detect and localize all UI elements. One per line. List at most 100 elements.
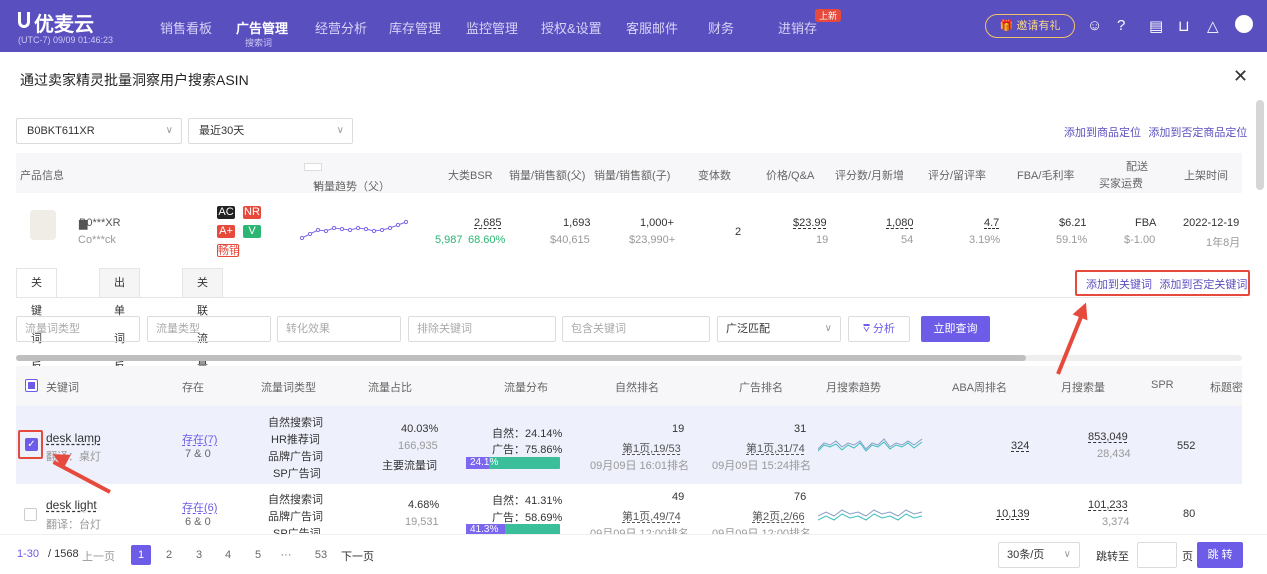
help-icon[interactable]: ? xyxy=(1117,17,1125,34)
page-size-select[interactable]: 30条/页 ∨ xyxy=(998,542,1080,568)
nav-customer-email[interactable]: 客服邮件 xyxy=(626,18,678,37)
nav-sub-search-term: 搜索词 xyxy=(245,38,273,48)
keyword-translation: 翻译：台灯 xyxy=(46,519,101,531)
page-4[interactable]: 4 xyxy=(218,545,238,565)
th-ad-rank[interactable]: 广告排名 xyxy=(739,379,783,395)
modal-scrollbar[interactable] xyxy=(1256,100,1264,190)
avatar[interactable] xyxy=(1235,15,1253,33)
natural-share: 自然：24.14% xyxy=(492,428,563,440)
natural-rank-page[interactable]: 第1页,49/74 xyxy=(622,508,681,524)
exist-link[interactable]: 存在(7) xyxy=(182,431,217,447)
exclude-keyword-input[interactable]: 排除关键词 xyxy=(408,316,556,342)
sales-trend-select[interactable]: 销量趋势（父） ∨ xyxy=(304,163,390,193)
col-delivery: 配送 xyxy=(1126,161,1148,173)
keyword-type-4: SP广告词 xyxy=(273,468,321,480)
app-logo[interactable]: 优麦云 xyxy=(34,8,94,37)
prev-page-button[interactable]: 上一页 xyxy=(82,548,115,564)
page-53[interactable]: 53 xyxy=(311,545,331,565)
goto-page-input[interactable] xyxy=(1137,542,1177,568)
monthly-volume[interactable]: 853,049 xyxy=(1088,431,1128,443)
match-type-select[interactable]: 广泛匹配 ∨ xyxy=(717,316,841,342)
bell-icon[interactable]: △ xyxy=(1207,17,1219,35)
nav-ad-management[interactable]: 广告管理 xyxy=(236,18,288,37)
tab-related-traffic[interactable]: 关联流量 xyxy=(182,268,223,373)
monthly-volume[interactable]: 101,233 xyxy=(1088,499,1128,511)
filter-icon: ⩢ xyxy=(863,323,873,335)
close-icon[interactable]: ✕ xyxy=(1233,66,1248,87)
table-scrollbar[interactable] xyxy=(16,355,1242,361)
th-traffic-share[interactable]: 流量占比 xyxy=(368,379,412,395)
keyword-text[interactable]: desk lamp xyxy=(46,431,101,445)
pagination-bar: 1-30 / 1568 上一页 1 2 3 4 5 ··· 53 下一页 30条… xyxy=(0,534,1267,574)
select-all-checkbox[interactable] xyxy=(25,379,38,392)
jump-button[interactable]: 跳 转 xyxy=(1197,542,1243,568)
nav-sales-board[interactable]: 销售看板 xyxy=(160,18,212,37)
natural-rank: 49 xyxy=(672,491,685,503)
asin-select[interactable]: B0BKT611XR ∨ xyxy=(16,118,182,144)
ad-rank-page[interactable]: 第1页,31/74 xyxy=(746,440,805,456)
page-3[interactable]: 3 xyxy=(189,545,209,565)
pager-total: / 1568 xyxy=(48,548,79,560)
exist-link[interactable]: 存在(6) xyxy=(182,499,217,515)
th-title-density: 标题密 xyxy=(1210,382,1243,394)
nav-purchase-sales[interactable]: 进销存 xyxy=(778,18,817,37)
col-ratings: 评分数/月新增 xyxy=(835,170,905,182)
conversion-filter[interactable]: 转化效果 xyxy=(277,316,401,342)
nav-auth-settings[interactable]: 授权&设置 xyxy=(541,18,602,37)
row-checkbox[interactable] xyxy=(24,508,37,521)
col-bsr: 大类BSR xyxy=(448,170,493,182)
score[interactable]: 4.7 xyxy=(984,217,999,229)
nav-monitoring[interactable]: 监控管理 xyxy=(466,18,518,37)
col-buyer-fee: 买家运费 xyxy=(1099,178,1143,190)
monthly-trend-chart[interactable] xyxy=(818,502,924,528)
th-monthly-volume[interactable]: 月搜索量 xyxy=(1061,379,1105,395)
query-button[interactable]: 立即查询 xyxy=(921,316,990,342)
add-product-target-link[interactable]: 添加到商品定位 xyxy=(1064,127,1141,139)
add-neg-product-target-link[interactable]: 添加到否定商品定位 xyxy=(1148,127,1247,139)
nav-finance[interactable]: 财务 xyxy=(708,18,734,37)
aba-rank[interactable]: 10,139 xyxy=(996,508,1030,520)
natural-rank-page[interactable]: 第1页,19/53 xyxy=(622,440,681,456)
page-ellipsis[interactable]: ··· xyxy=(276,545,296,565)
highlight-box xyxy=(18,430,43,459)
ad-rank-page[interactable]: 第2页,2/66 xyxy=(752,508,805,524)
th-aba-rank[interactable]: ABA周排名 xyxy=(952,379,1007,395)
date-range-select[interactable]: 最近30天 ∨ xyxy=(188,118,353,144)
table-scroll-thumb[interactable] xyxy=(16,355,1026,361)
ratings-count[interactable]: 1,080 xyxy=(886,217,914,229)
indeterminate-mark xyxy=(28,382,35,389)
price[interactable]: $23.99 xyxy=(793,217,827,229)
include-keyword-input[interactable]: 包含关键词 xyxy=(562,316,710,342)
invite-button[interactable]: 🎁 邀请有礼 xyxy=(985,14,1075,38)
aplus-badge: A+ xyxy=(217,225,235,238)
traffic-share-count: 19,531 xyxy=(405,516,439,528)
nav-business-analysis[interactable]: 经营分析 xyxy=(315,18,367,37)
keyword-text[interactable]: desk light xyxy=(46,498,97,512)
product-brand: Co***ck xyxy=(78,234,116,246)
th-spr[interactable]: SPR xyxy=(1151,379,1174,391)
service-icon[interactable]: ☺ xyxy=(1087,17,1102,34)
cart-icon[interactable]: ⊔ xyxy=(1178,17,1190,35)
page-5[interactable]: 5 xyxy=(248,545,268,565)
th-exist: 存在 xyxy=(182,382,204,394)
analyze-button[interactable]: ⩢ 分析 xyxy=(848,316,910,342)
exist-sub: 6 & 0 xyxy=(185,516,211,528)
product-table-header: 产品信息 销量趋势（父） ∨ 大类BSR 销量/销售额(父) 销量/销售额(子)… xyxy=(16,153,1242,193)
aba-rank[interactable]: 324 xyxy=(1011,440,1029,452)
keyword-type-filter[interactable]: 流量词类型 xyxy=(16,316,140,342)
bsr-value[interactable]: 2,685 xyxy=(474,217,502,229)
tab-keyword-lookup[interactable]: 关键词反查 xyxy=(16,268,57,401)
tab-order-keyword[interactable]: 出单词反查 xyxy=(99,268,140,401)
page-1[interactable]: 1 xyxy=(131,545,151,565)
product-image[interactable] xyxy=(30,210,56,240)
message-icon[interactable]: ▤ xyxy=(1149,17,1163,35)
listing-age: 1年8月 xyxy=(1206,237,1241,249)
pager-range: 1-30 xyxy=(17,548,40,560)
th-natural-rank[interactable]: 自然排名 xyxy=(615,379,659,395)
page-2[interactable]: 2 xyxy=(159,545,179,565)
nav-inventory[interactable]: 库存管理 xyxy=(389,18,441,37)
traffic-type-filter[interactable]: 流量类型 xyxy=(147,316,271,342)
analyze-label: 分析 xyxy=(872,323,895,335)
monthly-trend-chart[interactable] xyxy=(818,433,924,459)
next-page-button[interactable]: 下一页 xyxy=(341,548,374,564)
